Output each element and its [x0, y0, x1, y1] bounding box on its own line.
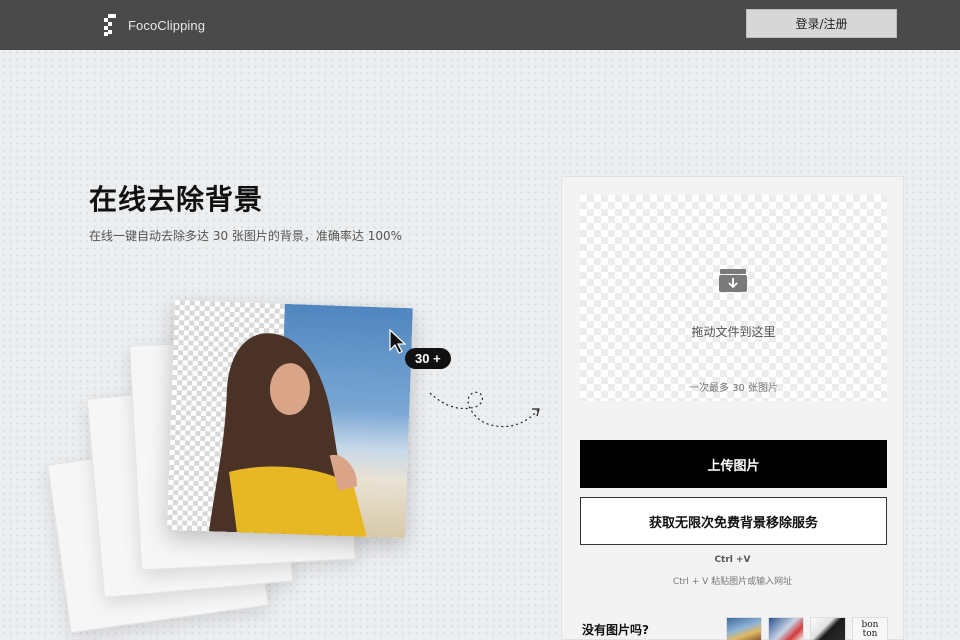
upload-panel: 拖动文件到这里 一次最多 30 张图片 上传图片 获取无限次免费背景移除服务 C… [561, 176, 904, 640]
file-dropzone[interactable]: 拖动文件到这里 一次最多 30 张图片 [580, 195, 887, 401]
get-unlimited-button[interactable]: 获取无限次免费背景移除服务 [580, 497, 887, 545]
login-register-button[interactable]: 登录/注册 [746, 9, 897, 38]
hero-illustration: 30 + [47, 290, 570, 640]
sample-image-camera[interactable] [810, 617, 846, 640]
dotted-arrow-icon [429, 391, 540, 428]
upload-limit-note: 一次最多 30 张图片 [688, 383, 779, 394]
page-title: 在线去除背景 [89, 183, 264, 216]
drop-instruction: 拖动文件到这里 [691, 325, 776, 339]
paste-shortcut: Ctrl +V [714, 555, 751, 565]
sample-image-sneakers[interactable] [768, 617, 804, 640]
sample-image-text[interactable]: bon ton [852, 617, 888, 640]
woman-photo-card [166, 300, 413, 539]
page-subtitle: 在线一键自动去除多达 30 张图片的背景，准确率达 100% [89, 229, 403, 243]
logo-icon [104, 14, 120, 36]
no-image-label: 没有图片吗? [582, 623, 649, 637]
paste-hint: Ctrl + V 粘贴图片或输入网址 [672, 577, 793, 587]
woman-figure [208, 333, 367, 537]
sample-images: bon ton [726, 617, 888, 640]
top-navbar: FocoClipping 登录/注册 [0, 0, 960, 50]
brand-logo[interactable]: FocoClipping [104, 14, 205, 36]
cursor-icon [389, 328, 407, 354]
upload-image-button[interactable]: 上传图片 [580, 440, 887, 488]
count-badge: 30 + [405, 348, 451, 369]
brand-name: FocoClipping [128, 17, 206, 33]
download-tray-icon [719, 269, 747, 292]
sample-image-beach[interactable] [726, 617, 762, 640]
